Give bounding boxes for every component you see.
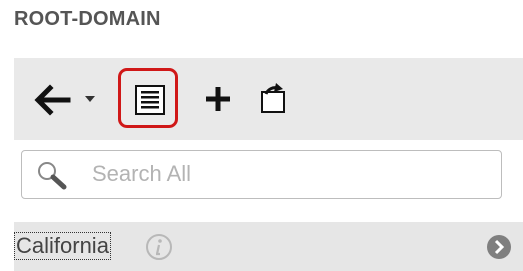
list-view-icon [135,85,165,115]
refresh-icon[interactable] [256,80,288,116]
chevron-right-icon[interactable] [486,234,512,260]
search-box [21,150,502,199]
dropdown-arrow-icon[interactable] [84,94,96,104]
page-title: ROOT-DOMAIN [14,8,161,30]
add-icon[interactable] [202,83,234,115]
back-arrow-icon[interactable] [32,82,72,118]
info-icon[interactable] [144,232,174,262]
search-icon [38,162,67,190]
list-item-label[interactable]: California [14,232,111,260]
toolbar [14,58,523,140]
list-view-button[interactable] [118,68,178,128]
list-item[interactable]: California [14,222,523,271]
search-input[interactable] [92,157,492,191]
